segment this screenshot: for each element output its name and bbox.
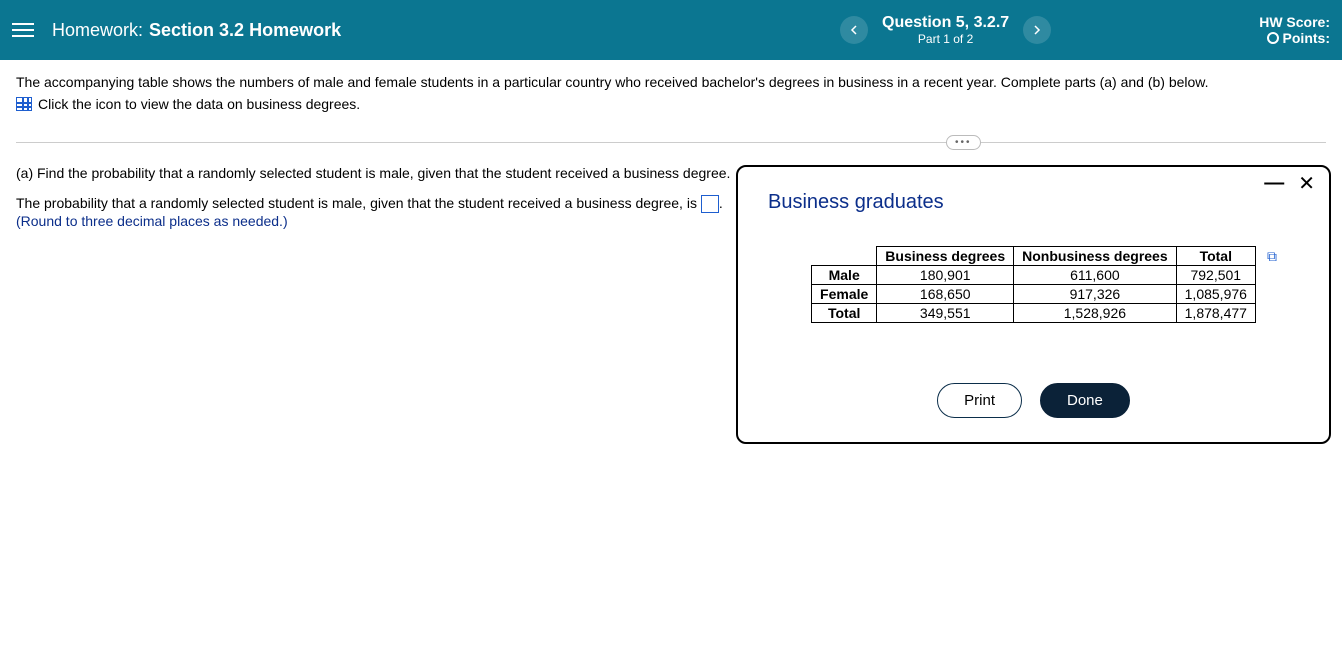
- table-cell: 349,551: [877, 304, 1014, 323]
- done-button[interactable]: Done: [1040, 383, 1130, 418]
- data-table: Business degrees Nonbusiness degrees Tot…: [811, 246, 1256, 323]
- data-link-text: Click the icon to view the data on busin…: [38, 96, 360, 112]
- points-icon: [1267, 32, 1279, 44]
- table-header-blank: [812, 247, 877, 266]
- table-header-total: Total: [1176, 247, 1255, 266]
- question-number: Question 5, 3.2.7: [882, 14, 1009, 32]
- row-label-male: Male: [812, 266, 877, 285]
- row-label-total: Total: [812, 304, 877, 323]
- next-question-button[interactable]: [1023, 16, 1051, 44]
- data-popup: — ✕ Business graduates ⧉ Business degree…: [736, 165, 1331, 444]
- part-a: (a) Find the probability that a randomly…: [16, 165, 736, 229]
- hw-score-label: HW Score:: [1259, 14, 1330, 30]
- minimize-icon[interactable]: —: [1264, 177, 1284, 191]
- question-nav: Question 5, 3.2.7 Part 1 of 2: [840, 14, 1051, 46]
- question-info: Question 5, 3.2.7 Part 1 of 2: [882, 14, 1009, 46]
- ellipsis-button[interactable]: •••: [946, 135, 981, 150]
- data-link-row[interactable]: Click the icon to view the data on busin…: [16, 96, 1326, 112]
- table-cell: 168,650: [877, 285, 1014, 304]
- table-header-business: Business degrees: [877, 247, 1014, 266]
- answer-text-pre: The probability that a randomly selected…: [16, 195, 701, 211]
- copy-table-icon[interactable]: ⧉: [1267, 248, 1277, 265]
- table-cell: 792,501: [1176, 266, 1255, 285]
- homework-title: Section 3.2 Homework: [149, 20, 341, 41]
- round-hint: (Round to three decimal places as needed…: [16, 213, 736, 229]
- table-icon: [16, 97, 32, 111]
- table-cell: 1,528,926: [1014, 304, 1177, 323]
- table-header-row: Business degrees Nonbusiness degrees Tot…: [812, 247, 1256, 266]
- table-cell: 1,878,477: [1176, 304, 1255, 323]
- answer-text-post: .: [719, 195, 723, 211]
- part-a-answer-line: The probability that a randomly selected…: [16, 195, 736, 213]
- content-area: The accompanying table shows the numbers…: [0, 60, 1342, 243]
- points-label: Points:: [1283, 30, 1330, 46]
- score-box: HW Score: Points:: [1259, 14, 1330, 46]
- table-cell: 917,326: [1014, 285, 1177, 304]
- table-row: Female 168,650 917,326 1,085,976: [812, 285, 1256, 304]
- table-row: Total 349,551 1,528,926 1,878,477: [812, 304, 1256, 323]
- homework-label: Homework:: [52, 20, 143, 41]
- table-cell: 1,085,976: [1176, 285, 1255, 304]
- print-button[interactable]: Print: [937, 383, 1022, 418]
- close-icon[interactable]: ✕: [1298, 177, 1315, 191]
- table-row: Male 180,901 611,600 792,501: [812, 266, 1256, 285]
- popup-title: Business graduates: [768, 191, 1299, 214]
- table-header-nonbusiness: Nonbusiness degrees: [1014, 247, 1177, 266]
- question-part: Part 1 of 2: [882, 32, 1009, 46]
- part-a-prompt: (a) Find the probability that a randomly…: [16, 165, 736, 181]
- row-label-female: Female: [812, 285, 877, 304]
- top-bar: Homework: Section 3.2 Homework Question …: [0, 0, 1342, 60]
- hamburger-menu-icon[interactable]: [12, 19, 34, 41]
- divider: •••: [16, 142, 1326, 143]
- answer-input[interactable]: [701, 195, 719, 213]
- table-cell: 180,901: [877, 266, 1014, 285]
- table-cell: 611,600: [1014, 266, 1177, 285]
- question-intro: The accompanying table shows the numbers…: [16, 74, 1326, 90]
- prev-question-button[interactable]: [840, 16, 868, 44]
